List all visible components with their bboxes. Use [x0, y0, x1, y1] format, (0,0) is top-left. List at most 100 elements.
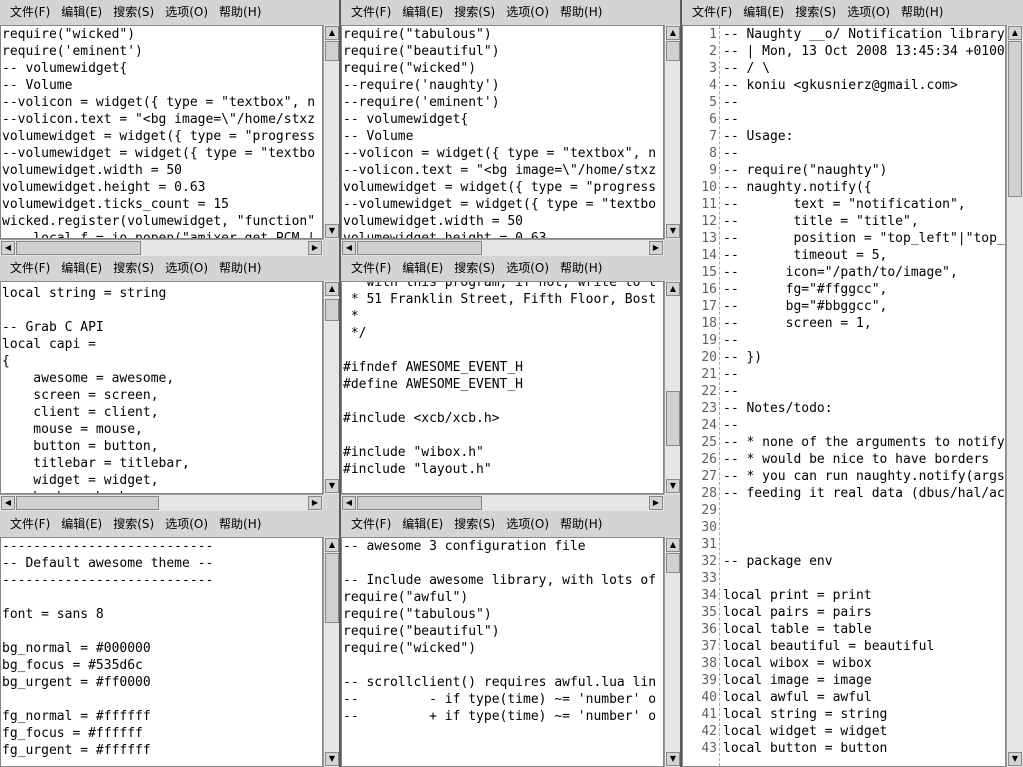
vertical-scrollbar[interactable]: ▲ ▼	[664, 281, 680, 494]
code-line[interactable]: local widget = widget	[723, 723, 1005, 740]
menu-edit[interactable]: 编辑(E)	[61, 256, 109, 281]
code-line[interactable]: --volicon = widget({ type = "textbox", n	[343, 145, 663, 162]
code-line[interactable]: local beautiful = beautiful	[723, 638, 1005, 655]
code-line[interactable]: #define AWESOME_EVENT_H	[343, 376, 663, 393]
code-line[interactable]: bg_normal = #000000	[2, 640, 322, 657]
code-line[interactable]: local capi =	[2, 336, 322, 353]
code-line[interactable]: --volicon = widget({ type = "textbox", n	[2, 94, 322, 111]
code-line[interactable]	[343, 342, 663, 359]
scroll-up-arrow-icon[interactable]: ▲	[1008, 26, 1022, 40]
code-text[interactable]: --------------------------- -- Default aw…	[1, 538, 322, 759]
menu-file[interactable]: 文件(F)	[351, 256, 398, 281]
code-line[interactable]: -- Include awesome library, with lots of	[343, 572, 663, 589]
menu-file[interactable]: 文件(F)	[10, 0, 57, 25]
code-line[interactable]: --	[723, 94, 1005, 111]
code-line[interactable]: --	[723, 366, 1005, 383]
code-line[interactable]: -- feeding it real data (dbus/hal/ac	[723, 485, 1005, 502]
scroll-down-arrow-icon[interactable]: ▼	[666, 479, 680, 493]
code-line[interactable]	[343, 393, 663, 410]
code-text[interactable]: require("tabulous") require("beautiful") r…	[342, 26, 663, 238]
code-line[interactable]: volumewidget.width = 50	[2, 162, 322, 179]
code-line[interactable]: #include <xcb/xcb.h>	[343, 410, 663, 427]
scroll-down-arrow-icon[interactable]: ▼	[666, 752, 680, 766]
code-text[interactable]: -- awesome 3 configuration file -- Inclu…	[342, 538, 663, 742]
code-line[interactable]: local table = table	[723, 621, 1005, 638]
code-line[interactable]: -- volumewidget{	[2, 60, 322, 77]
code-line[interactable]: * 51 Franklin Street, Fifth Floor, Bost	[343, 291, 663, 308]
text-area[interactable]: -- awesome 3 configuration file -- Inclu…	[341, 537, 664, 767]
code-line[interactable]: -- + if type(time) ~= 'number' o	[343, 708, 663, 725]
code-line[interactable]: local string = string	[2, 285, 322, 302]
code-line[interactable]: -- * none of the arguments to notify	[723, 434, 1005, 451]
code-line[interactable]	[343, 427, 663, 444]
vertical-scrollbar[interactable]: ▲ ▼	[664, 537, 680, 767]
code-text[interactable]: local string = string -- Grab C API local…	[1, 282, 322, 493]
code-line[interactable]: local print = print	[723, 587, 1005, 604]
code-line[interactable]: --volicon.text = "<bg image=\"/home/stxz	[2, 111, 322, 128]
code-line[interactable]: widget = widget,	[2, 472, 322, 489]
code-line[interactable]: -- timeout = 5,	[723, 247, 1005, 264]
code-line[interactable]	[723, 502, 1005, 519]
code-line[interactable]	[2, 623, 322, 640]
code-line[interactable]: #include "wibox.h"	[343, 444, 663, 461]
scroll-thumb[interactable]	[666, 553, 680, 573]
menu-file[interactable]: 文件(F)	[692, 0, 739, 25]
code-line[interactable]: -- icon="/path/to/image",	[723, 264, 1005, 281]
vertical-scrollbar[interactable]: ▲ ▼	[323, 537, 339, 767]
code-line[interactable]	[2, 302, 322, 319]
code-line[interactable]: ---------------------------	[2, 572, 322, 589]
scroll-down-arrow-icon[interactable]: ▼	[325, 752, 339, 766]
menu-options[interactable]: 选项(O)	[165, 0, 215, 25]
code-line[interactable]	[343, 555, 663, 572]
code-line[interactable]: volumewidget.ticks_count = 15	[2, 196, 322, 213]
menu-help[interactable]: 帮助(H)	[560, 0, 609, 25]
scroll-down-arrow-icon[interactable]: ▼	[325, 224, 339, 238]
code-line[interactable]: fg_urgent = #ffffff	[2, 742, 322, 759]
code-line[interactable]: --require('eminent')	[343, 94, 663, 111]
code-line[interactable]: require("awful")	[343, 589, 663, 606]
code-line[interactable]: --volumewidget = widget({ type = "textbo	[2, 145, 322, 162]
menu-edit[interactable]: 编辑(E)	[402, 512, 450, 537]
menu-help[interactable]: 帮助(H)	[901, 0, 950, 25]
code-line[interactable]: #include "layout.h"	[343, 461, 663, 478]
code-line[interactable]: titlebar = titlebar,	[2, 455, 322, 472]
text-area[interactable]: local string = string -- Grab C API local…	[0, 281, 323, 494]
code-line[interactable]: -- Grab C API	[2, 319, 322, 336]
code-line[interactable]	[723, 536, 1005, 553]
code-line[interactable]: volumewidget = widget({ type = "progress	[2, 128, 322, 145]
code-line[interactable]: mouse = mouse,	[2, 421, 322, 438]
scroll-down-arrow-icon[interactable]: ▼	[1008, 752, 1022, 766]
code-text[interactable]: require("wicked") require('eminent') -- vo…	[1, 26, 322, 238]
code-line[interactable]: -- scrollclient() requires awful.lua lin	[343, 674, 663, 691]
code-line[interactable]: volumewidget.height = 0.63	[343, 230, 663, 238]
code-line[interactable]: -- })	[723, 349, 1005, 366]
code-line[interactable]: require("beautiful")	[343, 623, 663, 640]
code-line[interactable]: require("tabulous")	[343, 606, 663, 623]
scroll-thumb[interactable]	[325, 41, 339, 61]
scroll-thumb[interactable]	[16, 496, 159, 510]
menu-file[interactable]: 文件(F)	[351, 512, 398, 537]
pane-divider[interactable]	[680, 0, 682, 767]
code-line[interactable]: --	[723, 111, 1005, 128]
scroll-up-arrow-icon[interactable]: ▲	[325, 26, 339, 40]
code-line[interactable]: local wibox = wibox	[723, 655, 1005, 672]
menu-file[interactable]: 文件(F)	[351, 0, 398, 25]
code-line[interactable]: -- fg="#ffggcc",	[723, 281, 1005, 298]
code-line[interactable]	[723, 570, 1005, 587]
code-line[interactable]	[723, 519, 1005, 536]
scroll-thumb[interactable]	[357, 496, 482, 510]
code-line[interactable]: button = button,	[2, 438, 322, 455]
code-line[interactable]: --require('naughty')	[343, 77, 663, 94]
scroll-left-arrow-icon[interactable]: ◀	[1, 241, 15, 255]
menu-search[interactable]: 搜索(S)	[454, 512, 502, 537]
code-line[interactable]: -- bg="#bbggcc",	[723, 298, 1005, 315]
vertical-scrollbar[interactable]: ▲ ▼	[323, 25, 339, 239]
code-line[interactable]	[343, 657, 663, 674]
code-line[interactable]: {	[2, 353, 322, 370]
code-line[interactable]: --	[723, 332, 1005, 349]
menu-options[interactable]: 选项(O)	[506, 256, 556, 281]
menu-search[interactable]: 搜索(S)	[113, 512, 161, 537]
code-line[interactable]: -- Notes/todo:	[723, 400, 1005, 417]
horizontal-scrollbar[interactable]: ◀ ▶	[0, 239, 323, 256]
menu-file[interactable]: 文件(F)	[10, 512, 57, 537]
